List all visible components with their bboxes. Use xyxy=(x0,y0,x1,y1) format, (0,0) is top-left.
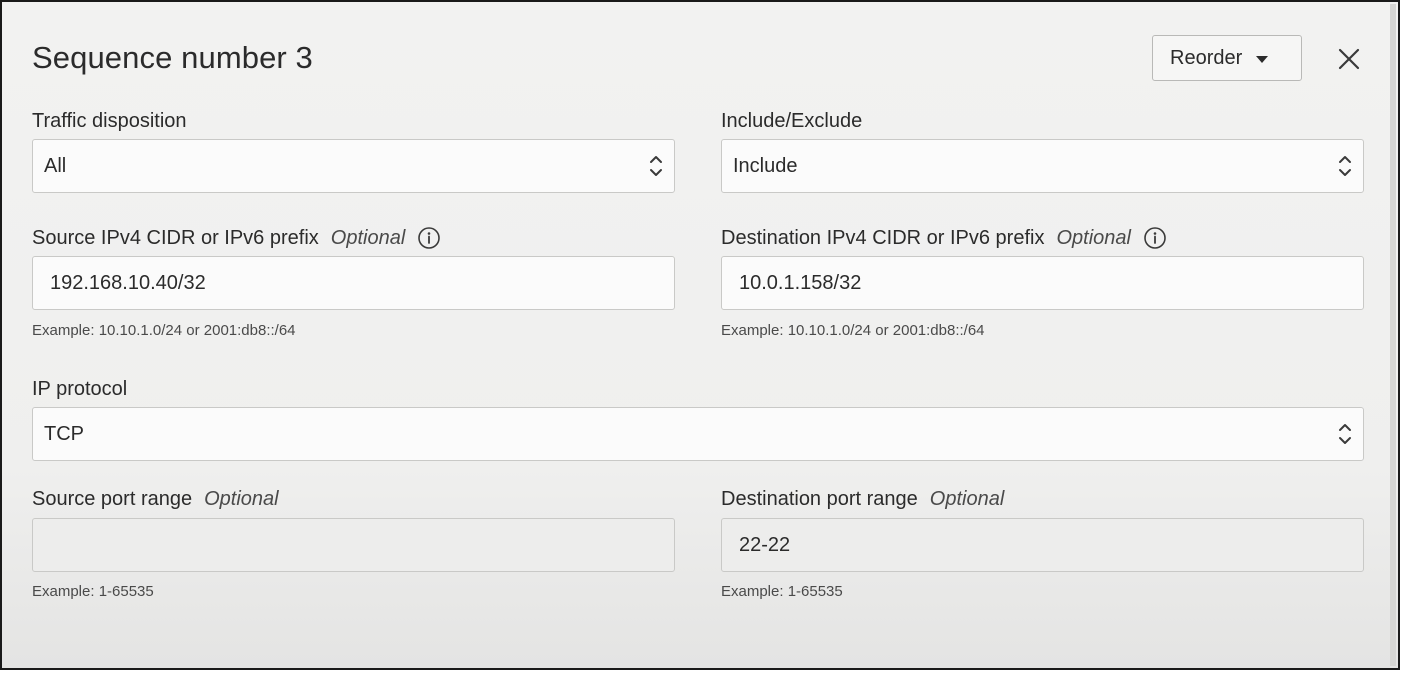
screenshot-frame: Sequence number 3 Reorder Traffic dispos… xyxy=(0,0,1400,670)
source-port-help: Example: 1-65535 xyxy=(32,583,154,600)
source-cidr-help: Example: 10.10.1.0/24 or 2001:db8::/64 xyxy=(32,322,296,339)
destination-port-optional-tag: Optional xyxy=(929,488,1005,510)
source-port-label: Source port range Optional xyxy=(32,488,279,511)
destination-port-label-text: Destination port range xyxy=(721,488,918,510)
up-down-chevron-icon xyxy=(1339,424,1351,444)
destination-cidr-label: Destination IPv4 CIDR or IPv6 prefix Opt… xyxy=(721,226,1167,250)
caret-down-icon xyxy=(1256,55,1269,63)
info-icon[interactable] xyxy=(417,226,441,250)
include-exclude-select[interactable]: Include xyxy=(721,139,1364,193)
info-icon[interactable] xyxy=(1143,226,1167,250)
destination-cidr-help: Example: 10.10.1.0/24 or 2001:db8::/64 xyxy=(721,322,985,339)
include-exclude-label-text: Include/Exclude xyxy=(721,110,863,132)
reorder-label: Reorder xyxy=(1170,46,1243,69)
destination-port-input[interactable]: 22-22 xyxy=(721,518,1364,572)
up-down-chevron-icon xyxy=(1339,156,1351,176)
destination-port-value: 22-22 xyxy=(739,533,791,556)
source-port-input[interactable] xyxy=(32,518,675,572)
include-exclude-value: Include xyxy=(733,154,798,177)
close-icon[interactable] xyxy=(1334,44,1364,74)
destination-cidr-optional-tag: Optional xyxy=(1056,226,1131,249)
source-port-label-text: Source port range xyxy=(32,488,193,510)
traffic-disposition-value: All xyxy=(44,154,67,177)
up-down-chevron-icon xyxy=(650,156,662,176)
ip-protocol-label-text: IP protocol xyxy=(32,378,128,400)
include-exclude-label: Include/Exclude xyxy=(721,110,862,133)
source-cidr-label-text: Source IPv4 CIDR or IPv6 prefix xyxy=(32,226,319,249)
panel-title: Sequence number 3 xyxy=(32,40,313,75)
source-cidr-input[interactable]: 192.168.10.40/32 xyxy=(32,256,675,310)
traffic-disposition-label: Traffic disposition xyxy=(32,110,187,133)
destination-cidr-label-text: Destination IPv4 CIDR or IPv6 prefix xyxy=(721,226,1045,249)
destination-port-label: Destination port range Optional xyxy=(721,488,1004,511)
ip-protocol-value: TCP xyxy=(44,422,84,445)
ip-protocol-select[interactable]: TCP xyxy=(32,407,1364,461)
destination-cidr-input[interactable]: 10.0.1.158/32 xyxy=(721,256,1364,310)
source-cidr-value: 192.168.10.40/32 xyxy=(50,271,206,294)
sequence-panel: Sequence number 3 Reorder Traffic dispos… xyxy=(4,4,1396,666)
source-port-optional-tag: Optional xyxy=(204,488,279,510)
source-cidr-optional-tag: Optional xyxy=(330,226,406,249)
source-cidr-label: Source IPv4 CIDR or IPv6 prefix Optional xyxy=(32,226,441,250)
ip-protocol-label: IP protocol xyxy=(32,378,127,401)
destination-port-help: Example: 1-65535 xyxy=(721,583,843,600)
traffic-disposition-label-text: Traffic disposition xyxy=(32,110,187,132)
destination-cidr-value: 10.0.1.158/32 xyxy=(739,271,862,294)
reorder-button[interactable]: Reorder xyxy=(1152,35,1302,81)
traffic-disposition-select[interactable]: All xyxy=(32,139,675,193)
